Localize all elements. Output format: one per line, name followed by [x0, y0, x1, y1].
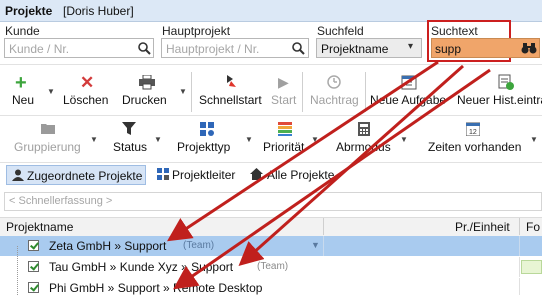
annotation-arrow: [173, 68, 491, 290]
annotation-arrows: [166, 60, 491, 290]
annotation-arrow: [166, 60, 439, 242]
